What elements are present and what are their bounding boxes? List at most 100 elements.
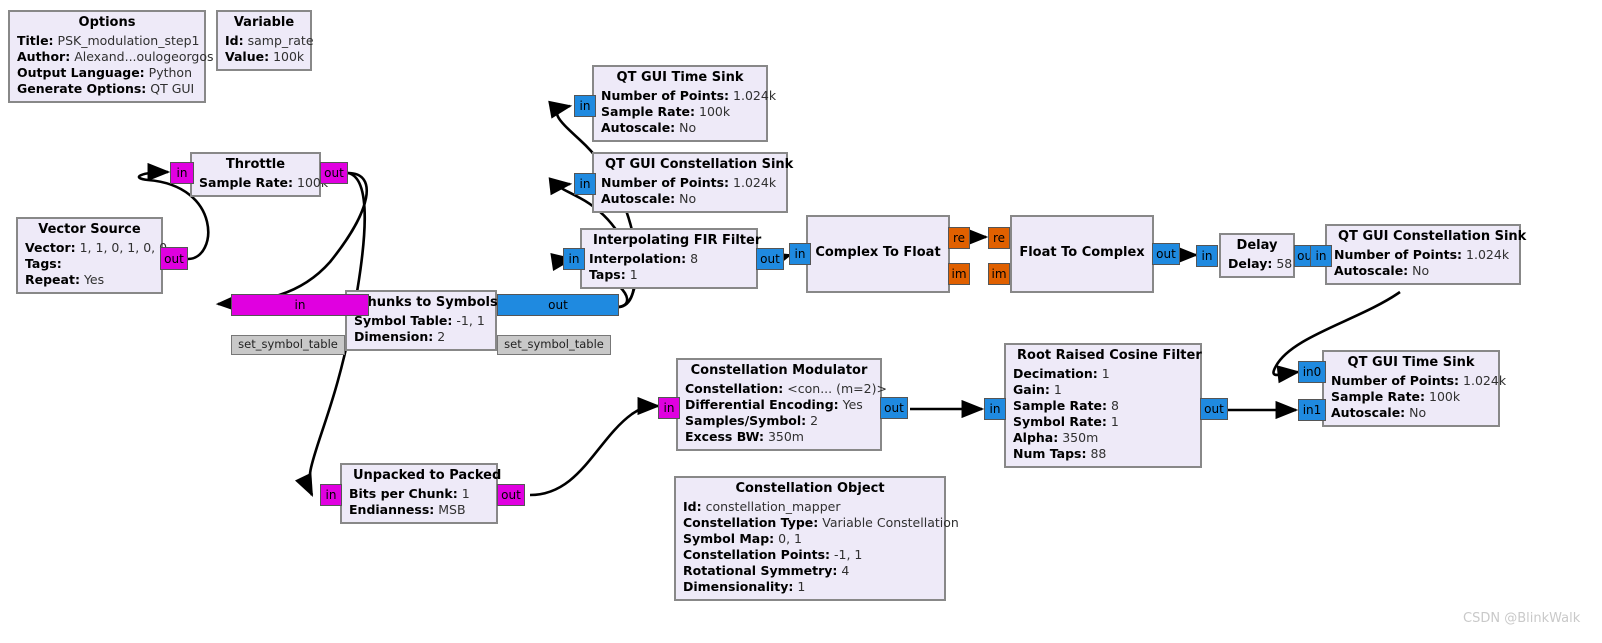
port-chunks-msg-out[interactable]: set_symbol_table bbox=[497, 335, 611, 355]
param-row: Sample Rate: 100k bbox=[1331, 388, 1461, 404]
param-row: Symbol Map: 0, 1 bbox=[683, 530, 803, 546]
param-row: Value: 100k bbox=[225, 48, 305, 64]
param-row: Symbol Rate: 1 bbox=[1013, 413, 1119, 429]
block-title: QT GUI Time Sink bbox=[616, 70, 744, 85]
block-qt-gui-time-sink-top[interactable]: QT GUI Time Sink Number of Points: 1.024… bbox=[592, 65, 777, 142]
param-row: Alpha: 350m bbox=[1013, 429, 1099, 445]
block-title: Delay bbox=[1236, 238, 1278, 253]
port-mod-out[interactable]: out bbox=[880, 397, 908, 419]
block-constellation-object[interactable]: Constellation Object Id: constellation_m… bbox=[674, 476, 959, 601]
param-row: Vector: 1, 1, 0, 1, 0, 0 bbox=[25, 239, 168, 255]
block-float-to-complex[interactable]: Float To Complex bbox=[1010, 215, 1154, 293]
param-row: Autoscale: No bbox=[1334, 262, 1430, 278]
param-row: Id: constellation_mapper bbox=[683, 498, 841, 514]
param-row: Number of Points: 1.024k bbox=[1334, 246, 1510, 262]
block-variable[interactable]: Variable Id: samp_rate Value: 100k bbox=[216, 10, 314, 71]
block-unpacked-to-packed[interactable]: Unpacked to Packed Bits per Chunk: 1 End… bbox=[340, 463, 502, 524]
block-title: Variable bbox=[233, 15, 295, 30]
port-float-to-complex-out[interactable]: out bbox=[1152, 243, 1180, 265]
port-chunks-out[interactable]: out bbox=[497, 294, 619, 316]
port-interp-fir-in[interactable]: in bbox=[563, 248, 585, 270]
port-chunks-in[interactable]: in bbox=[231, 294, 369, 316]
param-row: Number of Points: 1.024k bbox=[601, 87, 777, 103]
port-time-sink-bottom-in1[interactable]: in1 bbox=[1298, 399, 1326, 421]
param-row: Sample Rate: 100k bbox=[601, 103, 731, 119]
param-row: Sample Rate: 100k bbox=[199, 174, 329, 190]
port-vector-source-out[interactable]: out bbox=[160, 247, 188, 270]
port-float-to-complex-re[interactable]: re bbox=[988, 227, 1010, 249]
port-interp-fir-out[interactable]: out bbox=[756, 248, 784, 270]
param-row: Output Language: Python bbox=[17, 64, 193, 80]
port-complex-to-float-in[interactable]: in bbox=[789, 243, 811, 265]
block-vector-source[interactable]: Vector Source Vector: 1, 1, 0, 1, 0, 0 T… bbox=[16, 217, 168, 294]
block-complex-to-float[interactable]: Complex To Float bbox=[806, 215, 950, 293]
port-complex-to-float-re[interactable]: re bbox=[948, 227, 970, 249]
block-title: Interpolating FIR Filter bbox=[593, 233, 762, 248]
block-title: Unpacked to Packed bbox=[353, 468, 502, 483]
port-unpacked-out[interactable]: out bbox=[497, 484, 525, 506]
param-row: Endianness: MSB bbox=[349, 501, 466, 517]
block-root-raised-cosine-filter[interactable]: Root Raised Cosine Filter Decimation: 1 … bbox=[1004, 343, 1202, 468]
block-title: Constellation Object bbox=[735, 481, 885, 496]
block-delay[interactable]: Delay Delay: 58 bbox=[1219, 233, 1295, 278]
param-row: Repeat: Yes bbox=[25, 271, 105, 287]
param-row: Title: PSK_modulation_step1 bbox=[17, 32, 200, 48]
param-row: Number of Points: 1.024k bbox=[1331, 372, 1507, 388]
param-row: Num Taps: 88 bbox=[1013, 445, 1107, 461]
param-row: Symbol Table: -1, 1 bbox=[354, 312, 485, 328]
block-interpolating-fir-filter[interactable]: Interpolating FIR Filter Interpolation: … bbox=[580, 228, 762, 289]
param-row: Samples/Symbol: 2 bbox=[685, 412, 819, 428]
port-const-sink-right-in[interactable]: in bbox=[1310, 245, 1332, 267]
param-row: Autoscale: No bbox=[601, 119, 697, 135]
param-row: Generate Options: QT GUI bbox=[17, 80, 195, 96]
param-row: Bits per Chunk: 1 bbox=[349, 485, 470, 501]
port-delay-in[interactable]: in bbox=[1196, 245, 1218, 267]
block-title: Chunks to Symbols bbox=[358, 295, 498, 310]
param-row: Id: samp_rate bbox=[225, 32, 314, 48]
block-title: Throttle bbox=[225, 157, 286, 172]
param-row: Constellation Points: -1, 1 bbox=[683, 546, 863, 562]
block-title: Vector Source bbox=[38, 222, 141, 237]
param-row: Delay: 58 bbox=[1228, 255, 1293, 271]
port-time-sink-bottom-in0[interactable]: in0 bbox=[1298, 361, 1326, 383]
block-options[interactable]: Options Title: PSK_modulation_step1 Auth… bbox=[8, 10, 214, 103]
port-mod-in[interactable]: in bbox=[658, 397, 680, 419]
param-row: Constellation Type: Variable Constellati… bbox=[683, 514, 959, 530]
port-throttle-in[interactable]: in bbox=[170, 162, 194, 184]
port-throttle-out[interactable]: out bbox=[320, 162, 348, 184]
param-row: Interpolation: 8 bbox=[589, 250, 699, 266]
port-chunks-msg-in[interactable]: set_symbol_table bbox=[231, 335, 345, 355]
flowgraph-canvas[interactable]: Options Title: PSK_modulation_step1 Auth… bbox=[0, 0, 1602, 643]
block-title: Float To Complex bbox=[1019, 244, 1145, 260]
block-title: QT GUI Time Sink bbox=[1347, 355, 1475, 370]
block-throttle[interactable]: Throttle Sample Rate: 100k bbox=[190, 152, 329, 197]
block-constellation-modulator[interactable]: Constellation Modulator Constellation: <… bbox=[676, 358, 887, 451]
port-const-sink-top-in[interactable]: in bbox=[574, 173, 596, 195]
port-rrc-in[interactable]: in bbox=[984, 398, 1006, 420]
param-row: Number of Points: 1.024k bbox=[601, 174, 777, 190]
block-qt-gui-constellation-sink-top[interactable]: QT GUI Constellation Sink Number of Poin… bbox=[592, 152, 794, 213]
port-complex-to-float-im[interactable]: im bbox=[948, 263, 970, 285]
param-row: Dimensionality: 1 bbox=[683, 578, 806, 594]
block-title: QT GUI Constellation Sink bbox=[1338, 229, 1527, 244]
port-time-sink-top-in[interactable]: in bbox=[574, 95, 596, 117]
block-qt-gui-time-sink-bottom[interactable]: QT GUI Time Sink Number of Points: 1.024… bbox=[1322, 350, 1507, 427]
param-row: Author: Alexand...oulogeorgos bbox=[17, 48, 214, 64]
param-row: Tags: bbox=[25, 255, 62, 271]
param-row: Differential Encoding: Yes bbox=[685, 396, 863, 412]
port-rrc-out[interactable]: out bbox=[1200, 398, 1228, 420]
param-row: Rotational Symmetry: 4 bbox=[683, 562, 850, 578]
param-row: Gain: 1 bbox=[1013, 381, 1062, 397]
param-row: Dimension: 2 bbox=[354, 328, 446, 344]
param-row: Sample Rate: 8 bbox=[1013, 397, 1119, 413]
param-row: Decimation: 1 bbox=[1013, 365, 1110, 381]
block-title: QT GUI Constellation Sink bbox=[605, 157, 794, 172]
block-qt-gui-constellation-sink-right[interactable]: QT GUI Constellation Sink Number of Poin… bbox=[1325, 224, 1527, 285]
port-float-to-complex-im[interactable]: im bbox=[988, 263, 1010, 285]
param-row: Autoscale: No bbox=[601, 190, 697, 206]
param-row: Taps: 1 bbox=[589, 266, 638, 282]
block-title: Constellation Modulator bbox=[690, 363, 868, 378]
param-row: Excess BW: 350m bbox=[685, 428, 804, 444]
port-unpacked-in[interactable]: in bbox=[320, 484, 342, 506]
param-row: Autoscale: No bbox=[1331, 404, 1427, 420]
